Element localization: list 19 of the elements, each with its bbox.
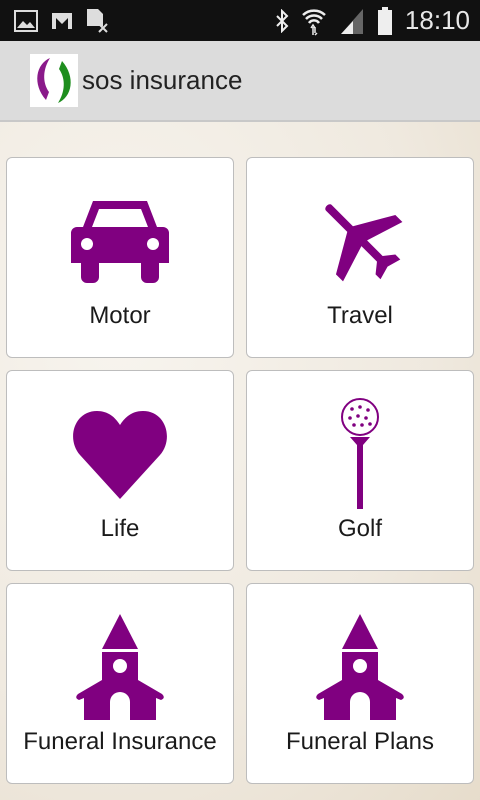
sim-card-icon xyxy=(86,8,110,34)
image-icon xyxy=(14,10,38,32)
logo-icon xyxy=(30,54,78,107)
heart-icon xyxy=(72,409,168,499)
app-title: sos insurance xyxy=(82,65,242,96)
mail-icon xyxy=(50,10,74,30)
category-tile[interactable]: Life xyxy=(6,370,234,571)
category-tile[interactable]: Travel xyxy=(246,157,474,358)
category-tile[interactable]: Motor xyxy=(6,157,234,358)
category-tile[interactable]: Funeral Insurance xyxy=(6,583,234,784)
signal-icon xyxy=(338,6,365,34)
golf-ball-icon xyxy=(340,397,380,509)
church-icon xyxy=(314,614,406,720)
battery-icon xyxy=(376,6,393,34)
category-tile[interactable]: Golf xyxy=(246,370,474,571)
church-icon xyxy=(74,614,166,720)
clock-time: 18:10 xyxy=(404,5,470,36)
category-tile[interactable]: Funeral Plans xyxy=(246,583,474,784)
bluetooth-icon xyxy=(274,8,289,32)
